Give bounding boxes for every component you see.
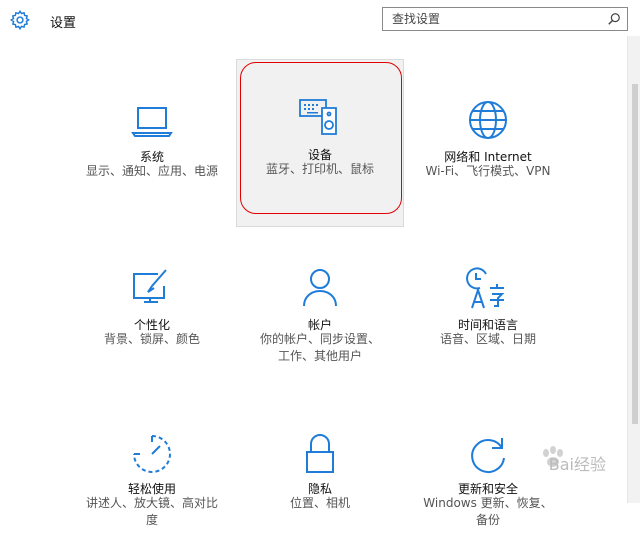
tile-accounts[interactable]: 帐户 你的帐户、同步设置、工作、其他用户: [245, 230, 395, 390]
tile-system[interactable]: 系统 显示、通知、应用、电源: [77, 62, 227, 222]
paint-screen-icon: [133, 269, 167, 303]
lock-icon: [306, 434, 334, 473]
search-icon[interactable]: [607, 12, 621, 26]
tile-desc: Windows 更新、恢复、备份: [423, 496, 553, 527]
tile-desc: 讲述人、放大镜、高对比度: [85, 496, 218, 527]
globe-icon: [469, 101, 507, 139]
tile-desc: 你的帐户、同步设置、工作、其他用户: [259, 332, 380, 363]
tile-privacy[interactable]: 隐私 位置、相机: [245, 398, 395, 558]
person-icon: [303, 269, 337, 307]
laptop-icon: [131, 107, 173, 137]
search-input[interactable]: [383, 8, 602, 30]
highlight-annotation: [240, 62, 402, 214]
tile-desc: 语音、区域、日期: [439, 332, 536, 346]
tile-personalization[interactable]: 个性化 背景、锁屏、颜色: [77, 230, 227, 390]
tile-desc: 显示、通知、应用、电源: [85, 164, 218, 178]
tile-network[interactable]: 网络和 Internet Wi-Fi、飞行模式、VPN: [413, 62, 563, 222]
scrollbar-thumb[interactable]: [632, 84, 638, 424]
page-title: 设置: [50, 16, 77, 31]
timer-icon: [133, 435, 171, 473]
search-box[interactable]: [382, 7, 628, 31]
tile-ease-of-access[interactable]: 轻松使用 讲述人、放大镜、高对比度: [77, 398, 227, 558]
gear-icon: [9, 9, 30, 31]
watermark-text: Bai经验: [548, 455, 606, 474]
scrollbar[interactable]: [627, 36, 640, 503]
tile-desc: 背景、锁屏、颜色: [103, 332, 200, 346]
tile-desc: 位置、相机: [289, 496, 350, 510]
time-language-icon: [466, 267, 505, 309]
tile-time-language[interactable]: 时间和语言 语音、区域、日期: [413, 230, 563, 390]
tile-desc: Wi-Fi、飞行模式、VPN: [425, 164, 551, 178]
